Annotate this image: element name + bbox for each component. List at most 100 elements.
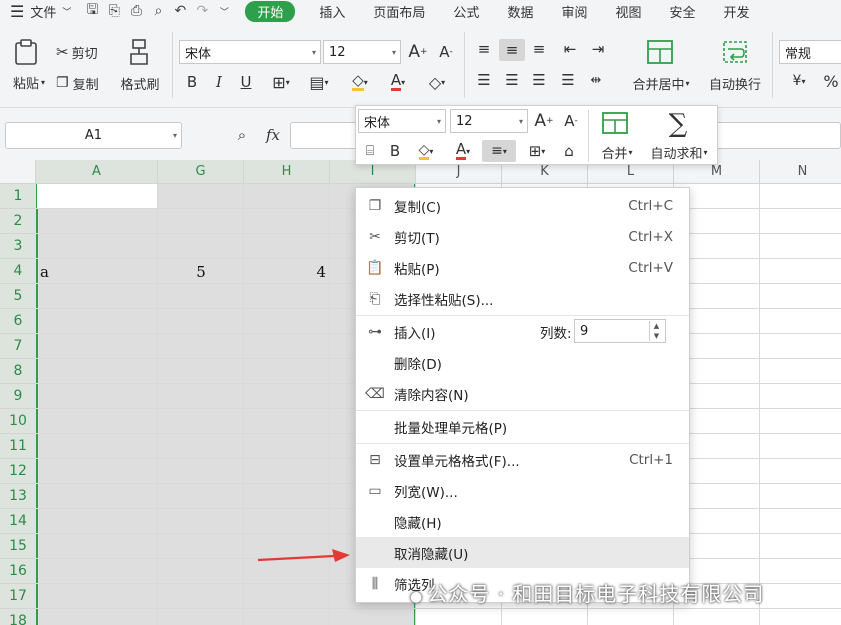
mini-merge-icon[interactable]: [600, 110, 630, 136]
tab-view[interactable]: 视图: [601, 2, 655, 21]
eraser-icon[interactable]: ◇ ▾: [420, 72, 454, 92]
italic-button[interactable]: I: [210, 72, 228, 92]
hamburger-icon[interactable]: ☰: [0, 2, 28, 21]
mini-autosum-button[interactable]: 自动求和 ▾: [644, 142, 714, 162]
tab-home[interactable]: 开始: [245, 0, 296, 22]
cut-button[interactable]: ✂ 剪切: [56, 42, 98, 62]
menu-item-clear-contents[interactable]: ⌫ 清除内容(N): [356, 378, 689, 409]
fill-style-icon[interactable]: ▤ ▾: [303, 72, 335, 92]
increase-font-size-icon[interactable]: A +: [407, 40, 429, 64]
paste-icon[interactable]: [12, 38, 40, 66]
menu-item-unhide[interactable]: 取消隐藏(U): [356, 537, 689, 568]
row-header-16[interactable]: 16: [0, 559, 36, 584]
row-header-9[interactable]: 9: [0, 384, 36, 409]
justify-icon[interactable]: ☰: [557, 70, 579, 90]
menu-item-cut[interactable]: ✂ 剪切(T) Ctrl+X: [356, 221, 689, 252]
mini-font-size-select[interactable]: 12 ▾: [450, 109, 528, 133]
decrease-indent-icon[interactable]: ⇤: [559, 39, 581, 59]
row-header-15[interactable]: 15: [0, 534, 36, 559]
format-painter-icon[interactable]: [126, 38, 152, 66]
fx-icon[interactable]: fx: [262, 124, 284, 146]
row-header-8[interactable]: 8: [0, 359, 36, 384]
currency-icon[interactable]: ¥ ▾: [783, 70, 815, 92]
menu-item-hide[interactable]: 隐藏(H): [356, 506, 689, 537]
tab-developer[interactable]: 开发: [710, 2, 764, 21]
row-header-6[interactable]: 6: [0, 309, 36, 334]
row-header-2[interactable]: 2: [0, 209, 36, 234]
redo-icon[interactable]: ↷: [191, 2, 213, 20]
bold-button[interactable]: B: [183, 72, 201, 92]
underline-button[interactable]: U: [237, 72, 255, 92]
row-header-14[interactable]: 14: [0, 509, 36, 534]
select-all-corner[interactable]: [0, 160, 36, 184]
wrap-text-icon[interactable]: [720, 38, 750, 66]
align-center-icon[interactable]: ☰: [501, 70, 523, 90]
mini-eraser-icon[interactable]: ⌂: [558, 140, 580, 162]
column-header-h[interactable]: H: [244, 160, 330, 184]
cell-g4[interactable]: 5: [158, 259, 240, 284]
column-header-g[interactable]: G: [158, 160, 244, 184]
font-name-select[interactable]: 宋体 ▾: [179, 40, 321, 64]
tab-page-layout[interactable]: 页面布局: [359, 2, 439, 21]
row-header-18[interactable]: 18: [0, 609, 36, 625]
border-icon[interactable]: ⊞ ▾: [265, 72, 297, 92]
row-header-1[interactable]: 1: [0, 184, 36, 209]
row-header-11[interactable]: 11: [0, 434, 36, 459]
mini-bold-button[interactable]: B: [386, 140, 404, 162]
mini-merge-button[interactable]: 合并 ▾: [595, 142, 639, 162]
menu-item-batch-process[interactable]: 批量处理单元格(P): [356, 411, 689, 442]
tab-insert[interactable]: 插入: [305, 2, 359, 21]
quick-access-chevron-icon[interactable]: ﹀: [213, 2, 235, 20]
mini-autosum-icon[interactable]: ∑: [664, 109, 692, 139]
name-box[interactable]: A1 ▾: [5, 122, 182, 149]
percent-icon[interactable]: %: [820, 70, 841, 92]
mini-fill-color-icon[interactable]: ◇ ▾: [410, 140, 442, 162]
merge-center-button[interactable]: 合并居中 ▾: [626, 73, 696, 93]
mini-font-name-select[interactable]: 宋体 ▾: [358, 109, 446, 133]
undo-icon[interactable]: ↶: [169, 2, 191, 20]
font-size-select[interactable]: 12 ▾: [323, 40, 401, 64]
row-header-3[interactable]: 3: [0, 234, 36, 259]
mini-increase-font-icon[interactable]: A +: [533, 109, 555, 133]
fill-color-icon[interactable]: ◇ ▾: [343, 72, 377, 92]
tab-data[interactable]: 数据: [493, 2, 547, 21]
decrease-font-size-icon[interactable]: A-: [435, 40, 457, 64]
align-bottom-icon[interactable]: ≡: [528, 39, 550, 59]
tab-review[interactable]: 审阅: [547, 2, 601, 21]
menu-item-delete[interactable]: 删除(D): [356, 347, 689, 378]
print-icon[interactable]: ⎙: [125, 2, 147, 20]
chevron-down-icon[interactable]: ﹀: [58, 5, 81, 18]
row-header-5[interactable]: 5: [0, 284, 36, 309]
align-top-icon[interactable]: ≡: [473, 39, 495, 59]
row-header-10[interactable]: 10: [0, 409, 36, 434]
row-header-13[interactable]: 13: [0, 484, 36, 509]
active-cell-a1[interactable]: [37, 184, 158, 208]
zoom-search-icon[interactable]: ⌕: [232, 124, 252, 146]
copy-button[interactable]: ❐ 复制: [56, 73, 99, 93]
row-header-7[interactable]: 7: [0, 334, 36, 359]
menu-item-paste[interactable]: 📋 粘贴(P) Ctrl+V: [356, 252, 689, 283]
distributed-icon[interactable]: ⇹: [585, 70, 607, 90]
mini-decrease-font-icon[interactable]: A-: [560, 109, 582, 133]
cell-a4[interactable]: a: [40, 259, 150, 284]
mini-align-middle-icon[interactable]: ≡ ▾: [482, 140, 516, 162]
row-header-17[interactable]: 17: [0, 584, 36, 609]
paste-button[interactable]: 粘贴 ▾: [6, 72, 52, 92]
tab-formulas[interactable]: 公式: [439, 2, 493, 21]
align-middle-icon[interactable]: ≡: [499, 39, 525, 61]
mini-format-painter-icon[interactable]: ⌸: [360, 140, 380, 162]
mini-border-icon[interactable]: ⊞ ▾: [522, 140, 552, 162]
spinner-arrows-icon[interactable]: ▲ ▼: [649, 321, 663, 341]
menu-item-copy[interactable]: ❐ 复制(C) Ctrl+C: [356, 190, 689, 221]
save-icon[interactable]: 🖫: [81, 2, 103, 20]
merge-center-icon[interactable]: [645, 38, 675, 66]
tab-security[interactable]: 安全: [655, 2, 709, 21]
align-right-icon[interactable]: ☰: [528, 70, 550, 90]
column-header-n[interactable]: N: [760, 160, 841, 184]
number-format-select[interactable]: 常规: [779, 40, 841, 64]
menu-item-insert[interactable]: ⊶ 插入(I) 列数: 9 ▲ ▼: [356, 316, 689, 347]
menu-item-format-cells[interactable]: ⊟ 设置单元格格式(F)... Ctrl+1: [356, 444, 689, 475]
wrap-text-button[interactable]: 自动换行: [704, 73, 766, 93]
row-header-12[interactable]: 12: [0, 459, 36, 484]
insert-count-spinner[interactable]: 9 ▲ ▼: [574, 319, 666, 343]
